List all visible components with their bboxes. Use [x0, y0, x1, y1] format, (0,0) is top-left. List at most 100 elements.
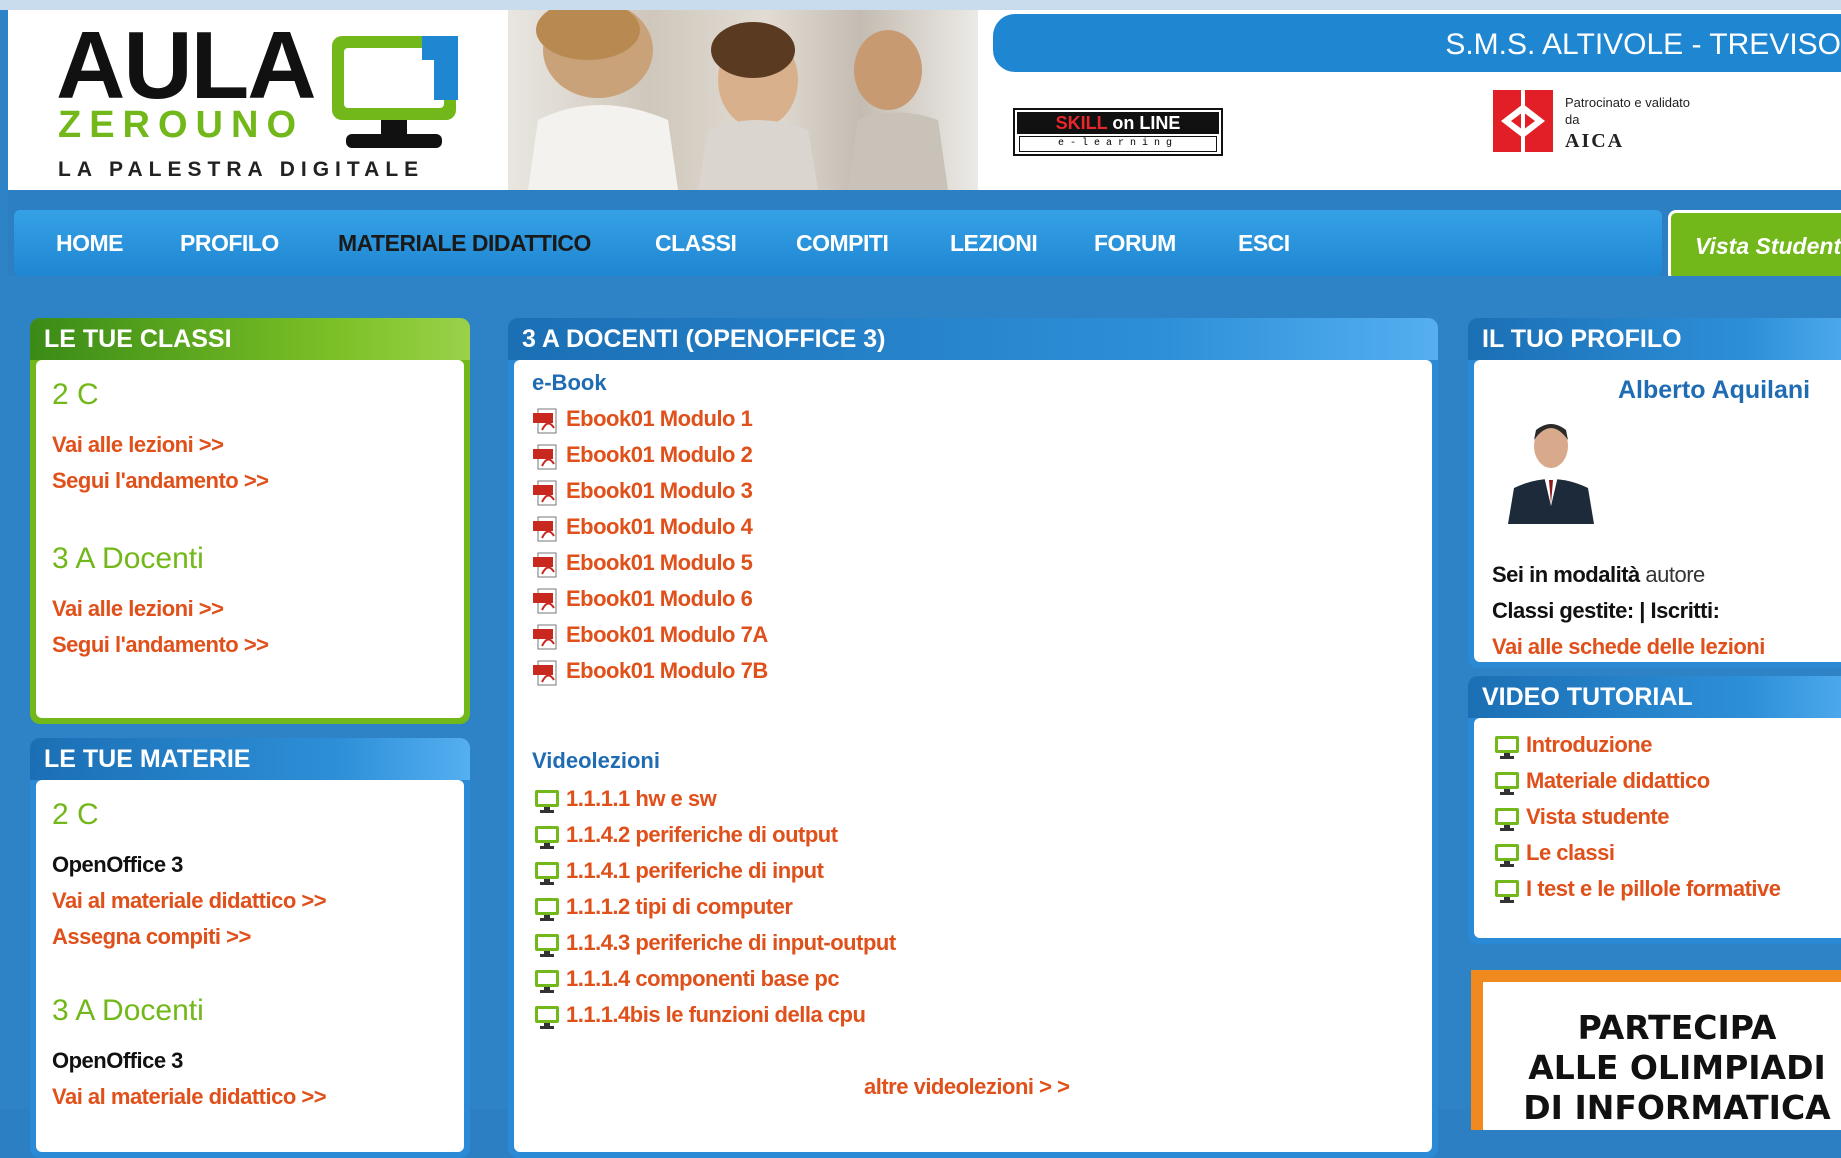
tutorial-label: Le classi: [1526, 840, 1615, 865]
header-students-photo: [508, 10, 978, 190]
profile-panel-title: IL TUO PROFILO: [1468, 318, 1841, 360]
skill-logo-bottom: e-learning: [1019, 136, 1217, 152]
profile-mode: Sei in modalità autore: [1492, 562, 1705, 588]
olimpiadi-banner[interactable]: PARTECIPA ALLE OLIMPIADI DI INFORMATICA: [1471, 970, 1841, 1130]
ebook-label: Ebook01 Modulo 5: [566, 550, 753, 575]
video-label: 1.1.4.2 periferiche di output: [566, 822, 838, 847]
nav-profilo[interactable]: PROFILO: [180, 230, 279, 257]
aica-name: AICA: [1565, 130, 1625, 152]
students-illustration-icon: [528, 10, 948, 190]
class-lessons-link[interactable]: Vai alle lezioni >>: [52, 596, 224, 622]
olimpiadi-line-2: ALLE OLIMPIADI: [1528, 1048, 1826, 1087]
videolezioni-heading: Videolezioni: [532, 748, 660, 773]
olimpiadi-line-3: DI INFORMATICA: [1523, 1088, 1831, 1127]
profile-panel-body: Alberto Aquilani Sei in modalità autore …: [1474, 360, 1841, 662]
nav-compiti[interactable]: COMPITI: [796, 230, 889, 257]
aica-badge[interactable]: Patrocinato e validato da AICA: [1493, 90, 1693, 160]
subjects-panel-body: 2 C OpenOffice 3 Vai al materiale didatt…: [36, 780, 464, 1152]
subject-class-name: 2 C: [52, 798, 99, 831]
class-progress-link[interactable]: Segui l'andamento >>: [52, 468, 269, 494]
nav-lezioni[interactable]: LEZIONI: [950, 230, 1038, 257]
class-progress-link[interactable]: Segui l'andamento >>: [52, 632, 269, 658]
skill-logo-online-text: on LINE: [1107, 113, 1181, 133]
monitor-icon: [535, 970, 559, 993]
profile-panel: IL TUO PROFILO Alberto Aquilani Sei in m…: [1468, 318, 1841, 668]
video-label: 1.1.1.2 tipi di computer: [566, 894, 793, 919]
profile-avatar[interactable]: [1500, 406, 1602, 524]
materials-panel-body: e-Book Ebook01 Modulo 1 Ebook01 Modulo 2…: [514, 360, 1432, 1152]
nav-forum[interactable]: FORUM: [1094, 230, 1176, 257]
aica-logo-icon: [1493, 90, 1553, 152]
subject-course: OpenOffice 3: [52, 1048, 183, 1073]
school-name: S.M.S. ALTIVOLE - TREVISO: [1445, 28, 1841, 61]
monitor-icon: [535, 898, 559, 921]
class-lessons-link[interactable]: Vai alle lezioni >>: [52, 432, 224, 458]
nav-classi[interactable]: CLASSI: [655, 230, 737, 257]
monitor-icon: [535, 934, 559, 957]
assign-tasks-link[interactable]: Assegna compiti >>: [52, 924, 251, 950]
ebook-label: Ebook01 Modulo 4: [566, 514, 753, 539]
pdf-icon: [533, 588, 557, 614]
more-videos-link[interactable]: altre videolezioni > >: [864, 1074, 1070, 1100]
video-label: 1.1.4.1 periferiche di input: [566, 858, 824, 883]
pdf-icon: [533, 624, 557, 650]
logo-tagline: LA PALESTRA DIGITALE: [58, 158, 425, 181]
ebook-label: Ebook01 Modulo 6: [566, 586, 753, 611]
profile-classes-line: Classi gestite: | Iscritti:: [1492, 598, 1720, 623]
classes-panel: LE TUE CLASSI 2 C Vai alle lezioni >> Se…: [30, 318, 470, 724]
lesson-cards-link[interactable]: Vai alle schede delle lezioni: [1492, 634, 1765, 660]
class-name: 2 C: [52, 378, 99, 411]
vista-studente-button[interactable]: Vista Studente: [1668, 210, 1841, 282]
video-label: 1.1.1.4 componenti base pc: [566, 966, 840, 991]
aula-zerouno-logo[interactable]: AULA ZEROUNO LA PALESTRA DIGITALE: [56, 12, 458, 186]
ebook-label: Ebook01 Modulo 3: [566, 478, 753, 503]
monitor-icon: [1495, 808, 1519, 831]
ebook-label: Ebook01 Modulo 1: [566, 406, 753, 431]
pdf-icon: [533, 516, 557, 542]
subject-class-name: 3 A Docenti: [52, 994, 204, 1027]
video-tutorial-panel-title: VIDEO TUTORIAL: [1468, 676, 1841, 718]
subject-course: OpenOffice 3: [52, 852, 183, 877]
materials-panel: 3 A DOCENTI (OPENOFFICE 3) e-Book Ebook0…: [508, 318, 1438, 1158]
pdf-icon: [533, 480, 557, 506]
olimpiadi-line-1: PARTECIPA: [1577, 1008, 1777, 1047]
video-label: 1.1.4.3 periferiche di input-output: [566, 930, 896, 955]
monitor-logo-icon: [332, 36, 458, 148]
monitor-icon: [1495, 736, 1519, 759]
site-header: AULA ZEROUNO LA PALESTRA DIGITALE S.M.S.…: [8, 10, 1841, 190]
classes-panel-title: LE TUE CLASSI: [30, 318, 470, 360]
school-name-bar: S.M.S. ALTIVOLE - TREVISO: [993, 14, 1841, 72]
nav-home[interactable]: HOME: [56, 230, 124, 257]
logo-sub-text: ZEROUNO: [58, 104, 304, 146]
tutorial-label: Introduzione: [1526, 732, 1652, 757]
profile-mode-label: Sei in modalità: [1492, 562, 1640, 587]
materials-panel-title: 3 A DOCENTI (OPENOFFICE 3): [508, 318, 1438, 360]
main-nav: HOME PROFILO MATERIALE DIDATTICO CLASSI …: [14, 210, 1662, 276]
monitor-icon: [535, 790, 559, 813]
skill-online-logo[interactable]: SKILL on LINE e-learning: [1013, 108, 1223, 156]
video-tutorial-panel-body: Introduzione Materiale didattico Vista s…: [1474, 718, 1841, 938]
class-name: 3 A Docenti: [52, 542, 204, 575]
monitor-icon: [1495, 844, 1519, 867]
monitor-icon: [1495, 772, 1519, 795]
pdf-icon: [533, 660, 557, 686]
ebook-label: Ebook01 Modulo 7B: [566, 658, 768, 683]
nav-esci[interactable]: ESCI: [1238, 230, 1290, 257]
video-tutorial-panel: VIDEO TUTORIAL Introduzione Materiale di…: [1468, 676, 1841, 944]
video-label: 1.1.1.1 hw e sw: [566, 786, 717, 811]
subject-material-link[interactable]: Vai al materiale didattico >>: [52, 1084, 327, 1110]
subject-material-link[interactable]: Vai al materiale didattico >>: [52, 888, 327, 914]
tutorial-label: I test e le pillole formative: [1526, 876, 1781, 901]
ebook-heading: e-Book: [532, 370, 607, 395]
classes-panel-body: 2 C Vai alle lezioni >> Segui l'andament…: [36, 360, 464, 718]
ebook-label: Ebook01 Modulo 7A: [566, 622, 768, 647]
aica-caption: Patrocinato e validato da: [1565, 95, 1691, 127]
pdf-icon: [533, 444, 557, 470]
nav-materiale-didattico[interactable]: MATERIALE DIDATTICO: [338, 230, 591, 257]
tutorial-label: Vista studente: [1526, 804, 1669, 829]
skill-logo-skill-text: SKILL: [1055, 113, 1108, 133]
video-label: 1.1.1.4bis le funzioni della cpu: [566, 1002, 866, 1027]
skill-logo-top: SKILL on LINE: [1017, 112, 1219, 134]
monitor-icon: [535, 826, 559, 849]
logo-main-text: AULA: [56, 12, 317, 119]
